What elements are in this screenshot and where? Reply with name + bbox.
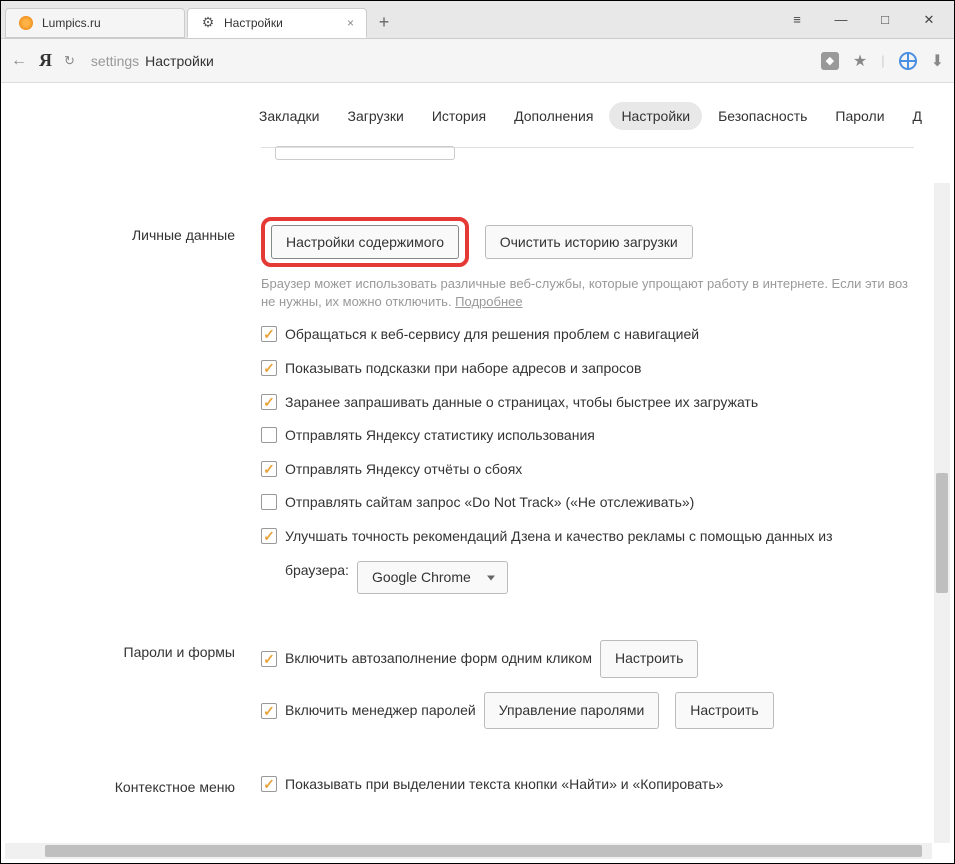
check-password-manager: Включить менеджер паролей Управление пар… — [261, 692, 924, 730]
back-button[interactable]: ← — [11, 52, 27, 70]
section-passwords-forms: Пароли и формы Включить автозаполнение ф… — [1, 634, 924, 729]
favicon-orange — [18, 15, 34, 31]
address-bar: ← Я ↻ settings Настройки ◆ ★ | ⬇ — [1, 39, 954, 83]
yandex-logo[interactable]: Я — [39, 50, 52, 71]
nav-downloads[interactable]: Загрузки — [335, 102, 415, 130]
pwmanager-label: Включить менеджер паролей — [285, 701, 476, 721]
check-suggestions: Показывать подсказки при наборе адресов … — [261, 359, 924, 379]
section-title-personal: Личные данные — [1, 217, 261, 594]
cutoff-button — [275, 146, 455, 160]
tab-lumpics[interactable]: Lumpics.ru — [5, 8, 185, 38]
section-title-passwords: Пароли и формы — [1, 634, 261, 729]
manage-passwords-button[interactable]: Управление паролями — [484, 692, 660, 730]
check-web-service-nav: Обращаться к веб-сервису для решения про… — [261, 325, 924, 345]
check-crash-reports: Отправлять Яндексу отчёты о сбоях — [261, 460, 924, 480]
checkbox[interactable] — [261, 703, 277, 719]
nav-history[interactable]: История — [420, 102, 498, 130]
scrollbar-thumb[interactable] — [45, 845, 922, 857]
checkbox[interactable] — [261, 394, 277, 410]
menu-button[interactable]: ≡ — [782, 8, 812, 32]
tab-title: Настройки — [224, 16, 283, 30]
separator: | — [881, 53, 884, 68]
checkbox[interactable] — [261, 360, 277, 376]
check-send-stats: Отправлять Яндексу статистику использова… — [261, 426, 924, 446]
help-text: Браузер может использовать различные веб… — [261, 275, 924, 311]
window-controls: ≡ — □ ✕ — [782, 8, 950, 32]
horizontal-scrollbar[interactable] — [5, 843, 932, 859]
reload-button[interactable]: ↻ — [64, 53, 75, 69]
browser-select[interactable]: Google Chrome — [357, 561, 508, 595]
check-zen-ads: Улучшать точность рекомендаций Дзена и к… — [261, 527, 924, 547]
nav-passwords[interactable]: Пароли — [823, 102, 896, 130]
address-domain: settings — [91, 53, 139, 69]
nav-settings[interactable]: Настройки — [609, 102, 702, 130]
browser-select-row: браузера: Google Chrome — [285, 561, 924, 595]
checkbox[interactable] — [261, 326, 277, 342]
check-autofill: Включить автозаполнение форм одним клико… — [261, 640, 924, 678]
vertical-scrollbar[interactable] — [934, 183, 950, 843]
browser-label: браузера: — [285, 561, 349, 581]
checkbox[interactable] — [261, 651, 277, 667]
protect-icon[interactable]: ◆ — [821, 52, 839, 70]
check-prefetch: Заранее запрашивать данные о страницах, … — [261, 393, 924, 413]
downloads-icon[interactable]: ⬇ — [931, 51, 944, 71]
tab-title: Lumpics.ru — [42, 16, 101, 30]
bookmark-icon[interactable]: ★ — [853, 51, 867, 71]
nav-security[interactable]: Безопасность — [706, 102, 819, 130]
clear-history-button[interactable]: Очистить историю загрузки — [485, 225, 693, 259]
minimize-button[interactable]: — — [826, 8, 856, 32]
nav-more[interactable]: Д — [901, 102, 934, 130]
section-context-menu: Контекстное меню Показывать при выделени… — [1, 769, 924, 795]
checkbox[interactable] — [261, 427, 277, 443]
close-icon[interactable]: × — [347, 16, 354, 30]
checkbox[interactable] — [261, 776, 277, 792]
content-settings-button[interactable]: Настройки содержимого — [271, 225, 459, 259]
address-input[interactable]: settings Настройки — [87, 53, 809, 69]
section-personal-data: Личные данные Настройки содержимого Очис… — [1, 217, 924, 594]
globe-icon[interactable] — [899, 52, 917, 70]
check-selection-buttons: Показывать при выделении текста кнопки «… — [261, 775, 924, 795]
maximize-button[interactable]: □ — [870, 8, 900, 32]
checkbox[interactable] — [261, 461, 277, 477]
address-path: Настройки — [145, 53, 214, 69]
highlighted-content-settings: Настройки содержимого — [261, 217, 469, 267]
nav-addons[interactable]: Дополнения — [502, 102, 605, 130]
nav-bookmarks[interactable]: Закладки — [247, 102, 332, 130]
close-window-button[interactable]: ✕ — [914, 8, 944, 32]
pwmanager-configure-button[interactable]: Настроить — [675, 692, 773, 730]
scrollbar-thumb[interactable] — [936, 473, 948, 593]
gear-icon: ⚙ — [200, 15, 216, 31]
top-nav: Закладки Загрузки История Дополнения Нас… — [1, 89, 954, 143]
autofill-label: Включить автозаполнение форм одним клико… — [285, 649, 592, 669]
check-do-not-track: Отправлять сайтам запрос «Do Not Track» … — [261, 493, 924, 513]
learn-more-link[interactable]: Подробнее — [455, 294, 522, 309]
tab-bar: Lumpics.ru ⚙ Настройки × + ≡ — □ ✕ — [1, 1, 954, 39]
checkbox[interactable] — [261, 494, 277, 510]
section-title-contextmenu: Контекстное меню — [1, 769, 261, 795]
settings-content: Личные данные Настройки содержимого Очис… — [1, 163, 954, 795]
new-tab-button[interactable]: + — [369, 8, 399, 38]
autofill-configure-button[interactable]: Настроить — [600, 640, 698, 678]
tab-settings[interactable]: ⚙ Настройки × — [187, 8, 367, 38]
checkbox[interactable] — [261, 528, 277, 544]
